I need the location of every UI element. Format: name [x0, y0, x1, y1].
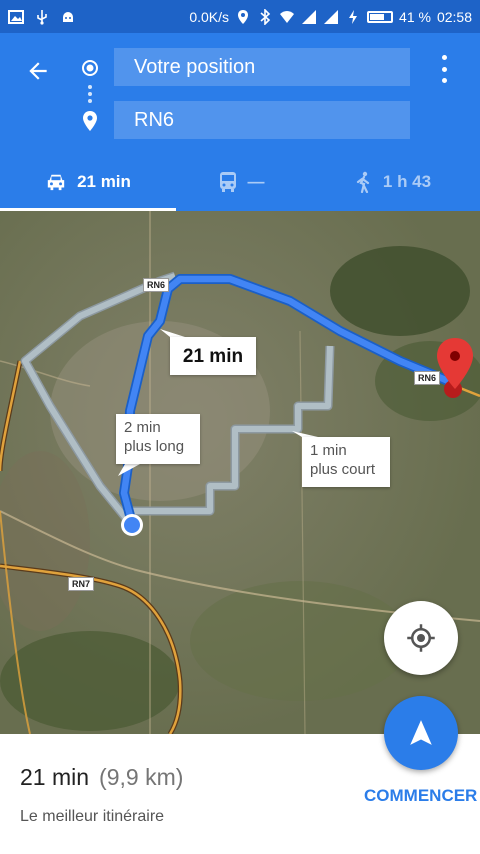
tab-transit-label: — — [247, 172, 265, 191]
android-icon — [63, 11, 73, 22]
transit-icon — [219, 172, 236, 192]
charging-icon — [349, 9, 358, 24]
tab-walk-label: 1 h 43 — [382, 172, 432, 191]
origin-field[interactable]: Votre position — [114, 48, 410, 86]
road-label: RN6 — [414, 371, 441, 385]
start-navigation-button[interactable]: COMMENCER — [364, 786, 477, 806]
tab-drive-label: 21 min — [77, 172, 131, 191]
alt-route-note: plus court — [310, 461, 376, 478]
road-label: RN7 — [68, 577, 95, 591]
usb-icon — [37, 9, 47, 25]
back-button[interactable] — [22, 55, 54, 87]
map-view[interactable]: RN6 RN6 RN7 21 min 2 min plus long 1 min… — [0, 211, 480, 734]
tab-walk[interactable]: 1 h 43 — [306, 153, 480, 211]
signal-icon — [302, 9, 317, 24]
my-location-icon — [407, 624, 435, 652]
clock: 02:58 — [436, 8, 472, 25]
alt-route-delta: 1 min — [310, 442, 347, 459]
location-icon — [238, 9, 249, 24]
more-options-button[interactable] — [432, 55, 456, 83]
car-icon — [47, 174, 65, 191]
battery-level: 41 % — [399, 8, 431, 25]
destination-field[interactable]: RN6 — [114, 101, 410, 139]
destination-pin-icon — [83, 111, 97, 131]
bluetooth-icon — [260, 8, 271, 25]
summary-line: 21 min (9,9 km) — [20, 764, 183, 791]
alt-route-callout[interactable]: 2 min plus long — [116, 414, 200, 464]
alt-route-delta: 2 min — [124, 419, 161, 436]
more-vert-icon — [441, 55, 447, 60]
status-bar: 0.0K/s 41 % 02:58 — [0, 0, 480, 33]
directions-header: Votre position RN6 21 min — 1 h 43 — [0, 33, 480, 211]
tab-transit[interactable]: — — [176, 153, 306, 211]
route-connector — [88, 85, 92, 103]
origin-dot-icon — [82, 60, 98, 76]
tab-drive[interactable]: 21 min — [0, 153, 176, 211]
navigation-arrow-icon — [410, 720, 432, 745]
wifi-icon — [280, 10, 295, 23]
arrow-back-icon — [29, 62, 47, 80]
travel-mode-tabs: 21 min — 1 h 43 — [0, 153, 480, 211]
signal-icon — [324, 9, 339, 24]
network-speed: 0.0K/s — [189, 8, 230, 25]
image-icon — [8, 9, 24, 24]
summary-time: 21 min — [20, 764, 90, 790]
main-route-callout[interactable]: 21 min — [170, 337, 256, 375]
summary-description: Le meilleur itinéraire — [20, 808, 165, 825]
navigation-fab[interactable] — [384, 696, 458, 770]
alt-route-note: plus long — [124, 438, 185, 455]
walk-icon — [356, 171, 369, 193]
battery-icon — [367, 10, 394, 23]
summary-distance: (9,9 km) — [99, 764, 184, 790]
alt-route-callout[interactable]: 1 min plus court — [302, 437, 390, 487]
my-location-button[interactable] — [384, 601, 458, 675]
road-label: RN6 — [143, 278, 170, 292]
